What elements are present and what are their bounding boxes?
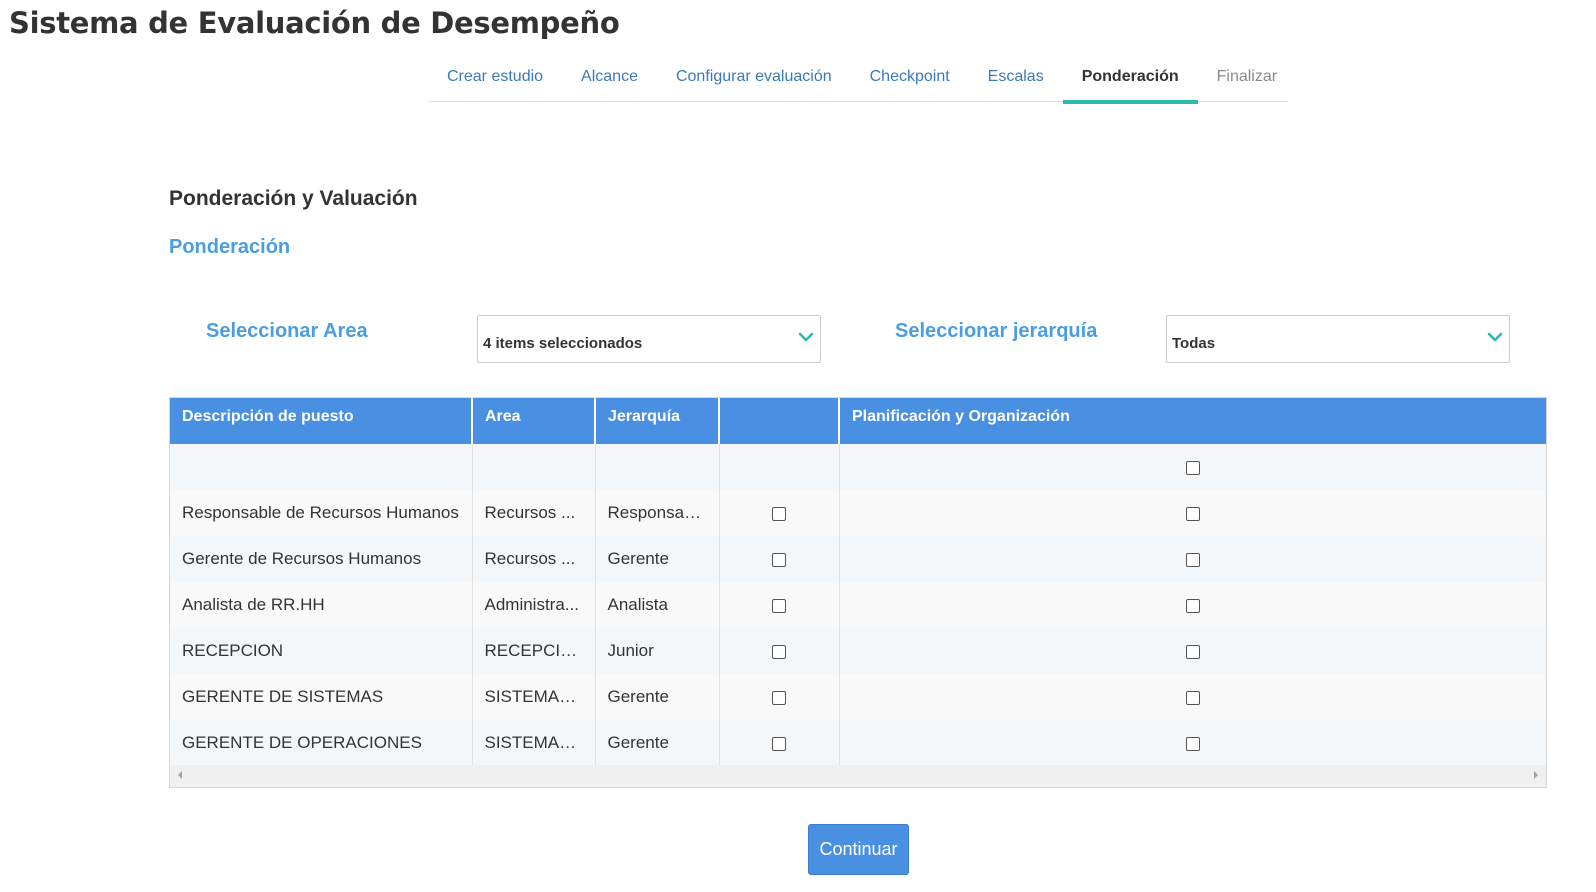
cell-jerarquia: Responsable: [595, 490, 720, 536]
subsection-title: Ponderación: [169, 236, 291, 258]
planificacion-checkbox[interactable]: [1185, 644, 1200, 659]
cell-select: [719, 490, 840, 536]
tab-alcance[interactable]: Alcance: [562, 56, 657, 100]
table-row: Gerente de Recursos Humanos Recursos ...…: [170, 536, 1546, 582]
continue-button[interactable]: Continuar: [808, 824, 909, 875]
table-row: RECEPCION RECEPCION Junior: [170, 628, 1546, 674]
chevron-down-icon: [798, 332, 814, 342]
scroll-right-icon[interactable]: [1534, 771, 1538, 779]
cell-puesto: Responsable de Recursos Humanos: [170, 490, 473, 536]
cell-jerarquia: [595, 444, 720, 490]
row-select-checkbox[interactable]: [772, 690, 786, 705]
column-header-area[interactable]: Area: [472, 398, 596, 444]
table-row-select-all: [170, 444, 1546, 490]
cell-jerarquia: Junior: [595, 628, 720, 674]
cell-puesto: GERENTE DE SISTEMAS: [170, 674, 473, 720]
jerarquia-select[interactable]: Todas: [1166, 315, 1510, 363]
column-header-select: [719, 398, 840, 444]
planificacion-checkbox[interactable]: [1185, 506, 1200, 521]
cell-jerarquia: Analista: [595, 582, 720, 628]
cell-select: [719, 582, 840, 628]
row-select-checkbox[interactable]: [772, 506, 786, 521]
cell-area: Recursos ...: [472, 490, 596, 536]
cell-select: [719, 720, 840, 766]
cell-planificacion: [839, 490, 1546, 536]
planificacion-checkbox[interactable]: [1185, 598, 1200, 613]
data-table: Descripción de puesto Area Jerarquía Pla…: [170, 398, 1546, 766]
select-all-planificacion-checkbox[interactable]: [1185, 460, 1200, 475]
cell-planificacion: [839, 628, 1546, 674]
scroll-left-icon[interactable]: [178, 771, 182, 779]
app-title: Sistema de Evaluación de Desempeño: [9, 6, 620, 40]
column-header-puesto[interactable]: Descripción de puesto: [170, 398, 473, 444]
cell-planificacion: [839, 582, 1546, 628]
cell-select: [719, 628, 840, 674]
area-select-value: 4 items seleccionados: [483, 335, 643, 352]
cell-area: SISTEMAS...: [472, 674, 596, 720]
cell-jerarquia: Gerente: [595, 720, 720, 766]
planificacion-checkbox[interactable]: [1185, 690, 1200, 705]
column-header-planificacion[interactable]: Planificación y Organización: [839, 398, 1546, 444]
planificacion-checkbox[interactable]: [1185, 736, 1200, 751]
cell-puesto: [170, 444, 473, 490]
row-select-checkbox[interactable]: [772, 736, 786, 751]
jerarquia-select-value: Todas: [1172, 335, 1216, 352]
tab-checkpoint[interactable]: Checkpoint: [851, 56, 969, 100]
table-header-row: Descripción de puesto Area Jerarquía Pla…: [170, 398, 1546, 444]
area-select[interactable]: 4 items seleccionados: [477, 315, 821, 363]
cell-area: SISTEMAS...: [472, 720, 596, 766]
tab-crear-estudio[interactable]: Crear estudio: [428, 56, 562, 100]
row-select-checkbox[interactable]: [772, 598, 786, 613]
cell-area: [472, 444, 596, 490]
cell-puesto: Gerente de Recursos Humanos: [170, 536, 473, 582]
cell-area: Recursos ...: [472, 536, 596, 582]
cell-puesto: GERENTE DE OPERACIONES: [170, 720, 473, 766]
table-row: Analista de RR.HH Administra... Analista: [170, 582, 1546, 628]
cell-planificacion: [839, 720, 1546, 766]
section-title: Ponderación y Valuación: [169, 187, 418, 210]
table-row: GERENTE DE SISTEMAS SISTEMAS... Gerente: [170, 674, 1546, 720]
horizontal-scrollbar[interactable]: [170, 765, 1546, 787]
cell-planificacion: [839, 444, 1546, 490]
cell-area: RECEPCION: [472, 628, 596, 674]
cell-puesto: RECEPCION: [170, 628, 473, 674]
tab-configurar-evaluacion[interactable]: Configurar evaluación: [657, 56, 851, 100]
cell-select: [719, 674, 840, 720]
cell-planificacion: [839, 674, 1546, 720]
tab-escalas[interactable]: Escalas: [969, 56, 1063, 100]
planificacion-checkbox[interactable]: [1185, 552, 1200, 567]
wizard-tabs: Crear estudio Alcance Configurar evaluac…: [428, 56, 1288, 104]
cell-area: Administra...: [472, 582, 596, 628]
cell-select: [719, 444, 840, 490]
table-row: Responsable de Recursos Humanos Recursos…: [170, 490, 1546, 536]
jerarquia-filter-label: Seleccionar jerarquía: [895, 320, 1098, 342]
tab-ponderacion[interactable]: Ponderación: [1062, 56, 1198, 104]
tab-finalizar[interactable]: Finalizar: [1198, 56, 1296, 100]
cell-jerarquia: Gerente: [595, 674, 720, 720]
cell-select: [719, 536, 840, 582]
cell-planificacion: [839, 536, 1546, 582]
area-filter-label: Seleccionar Area: [206, 320, 368, 342]
ponderacion-table: Descripción de puesto Area Jerarquía Pla…: [169, 397, 1547, 788]
row-select-checkbox[interactable]: [772, 552, 786, 567]
table-row: GERENTE DE OPERACIONES SISTEMAS... Geren…: [170, 720, 1546, 766]
row-select-checkbox[interactable]: [772, 644, 786, 659]
column-header-jerarquia[interactable]: Jerarquía: [595, 398, 720, 444]
chevron-down-icon: [1487, 332, 1503, 342]
cell-jerarquia: Gerente: [595, 536, 720, 582]
cell-puesto: Analista de RR.HH: [170, 582, 473, 628]
